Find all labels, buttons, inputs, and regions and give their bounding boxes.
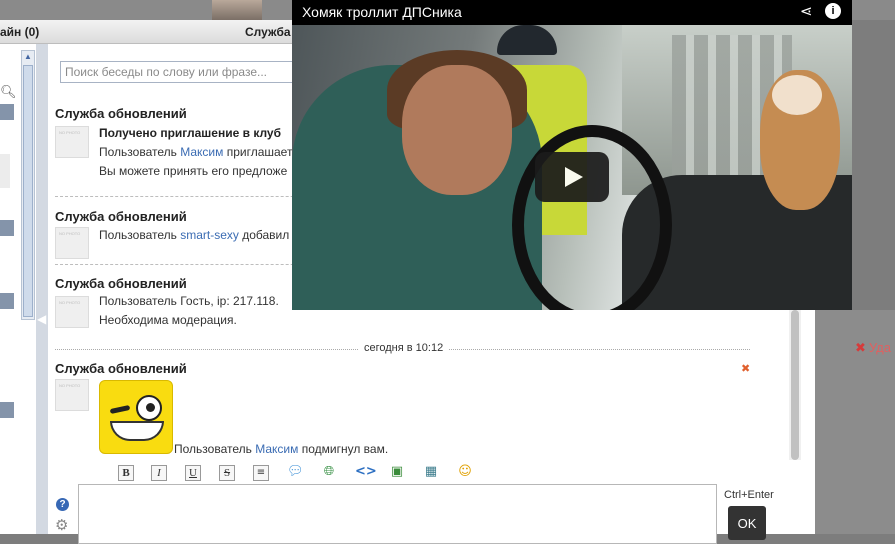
- align-icon[interactable]: ≡: [253, 465, 269, 481]
- user-link[interactable]: Максим: [180, 145, 223, 159]
- send-button[interactable]: OK: [728, 506, 766, 540]
- date-separator: сегодня в 10:12: [55, 342, 750, 356]
- info-icon[interactable]: i: [825, 3, 841, 19]
- video-player[interactable]: Хомяк троллит ДПСника ⋖ i: [292, 0, 852, 310]
- scrollbar-thumb[interactable]: [23, 65, 33, 317]
- contact-item[interactable]: [0, 293, 14, 309]
- online-count-label[interactable]: айн (0): [0, 25, 39, 39]
- messages-scrollbar[interactable]: [789, 310, 801, 460]
- message-body: Пользователь smart-sexy добавил: [99, 228, 290, 242]
- share-icon[interactable]: ⋖: [800, 2, 813, 20]
- background-image-fragment: [212, 0, 262, 20]
- scroll-up-icon[interactable]: ▲: [23, 52, 33, 62]
- strikethrough-button[interactable]: S: [219, 465, 235, 481]
- message-body: Пользователь Гость, ip: 217.118. Необход…: [99, 294, 279, 327]
- contact-list-scrollbar[interactable]: ▲: [21, 50, 35, 320]
- user-link[interactable]: Максим: [255, 442, 298, 456]
- bold-button[interactable]: B: [118, 465, 134, 481]
- contact-item[interactable]: [0, 220, 14, 236]
- delete-icon: ✖: [855, 340, 866, 355]
- search-icon[interactable]: 🔍︎: [0, 84, 17, 100]
- link-icon[interactable]: 🌐︎: [321, 465, 337, 481]
- date-label: сегодня в 10:12: [358, 342, 450, 354]
- contact-list-column: 🔍︎: [0, 44, 20, 534]
- user-link[interactable]: smart-sexy: [180, 228, 239, 242]
- collapse-arrow-icon[interactable]: ◀: [37, 312, 46, 326]
- avatar[interactable]: [55, 296, 89, 328]
- code-icon[interactable]: <>: [355, 465, 377, 481]
- avatar[interactable]: [55, 379, 89, 411]
- quote-icon[interactable]: 💬︎: [287, 465, 304, 481]
- search-input[interactable]: [60, 61, 300, 83]
- message-body: Получено приглашение в клуб Пользователь…: [99, 126, 293, 178]
- contact-item[interactable]: [0, 104, 14, 120]
- video-title[interactable]: Хомяк троллит ДПСника: [302, 4, 462, 20]
- play-button[interactable]: [535, 152, 609, 202]
- gear-icon[interactable]: ⚙: [55, 516, 68, 534]
- help-icon[interactable]: ?: [56, 498, 69, 511]
- delete-link[interactable]: ✖ Уда: [855, 340, 891, 356]
- close-icon[interactable]: ✖: [741, 362, 750, 375]
- italic-button[interactable]: I: [151, 465, 167, 481]
- window-title: Служба: [245, 25, 291, 39]
- message-input[interactable]: [78, 484, 717, 544]
- smiley-icon[interactable]: ☺: [457, 465, 473, 481]
- wink-smiley-image: [99, 380, 173, 454]
- message-item: Служба обновлений: [55, 361, 755, 411]
- message-sender: Служба обновлений: [55, 361, 187, 376]
- wink-text: Пользователь Максим подмигнул вам.: [174, 442, 389, 456]
- panel-divider[interactable]: [36, 44, 48, 534]
- video-thumbnail[interactable]: [292, 25, 852, 310]
- contact-item[interactable]: [0, 402, 14, 418]
- image-icon[interactable]: ▣: [389, 465, 405, 481]
- underline-button[interactable]: U: [185, 465, 201, 481]
- video-header: Хомяк троллит ДПСника ⋖ i: [292, 0, 852, 25]
- avatar[interactable]: [55, 227, 89, 259]
- send-shortcut-hint: Ctrl+Enter: [724, 489, 774, 501]
- video-icon[interactable]: ▦: [423, 465, 439, 481]
- contact-item[interactable]: [0, 154, 10, 188]
- scrollbar-thumb[interactable]: [791, 310, 799, 460]
- avatar[interactable]: [55, 126, 89, 158]
